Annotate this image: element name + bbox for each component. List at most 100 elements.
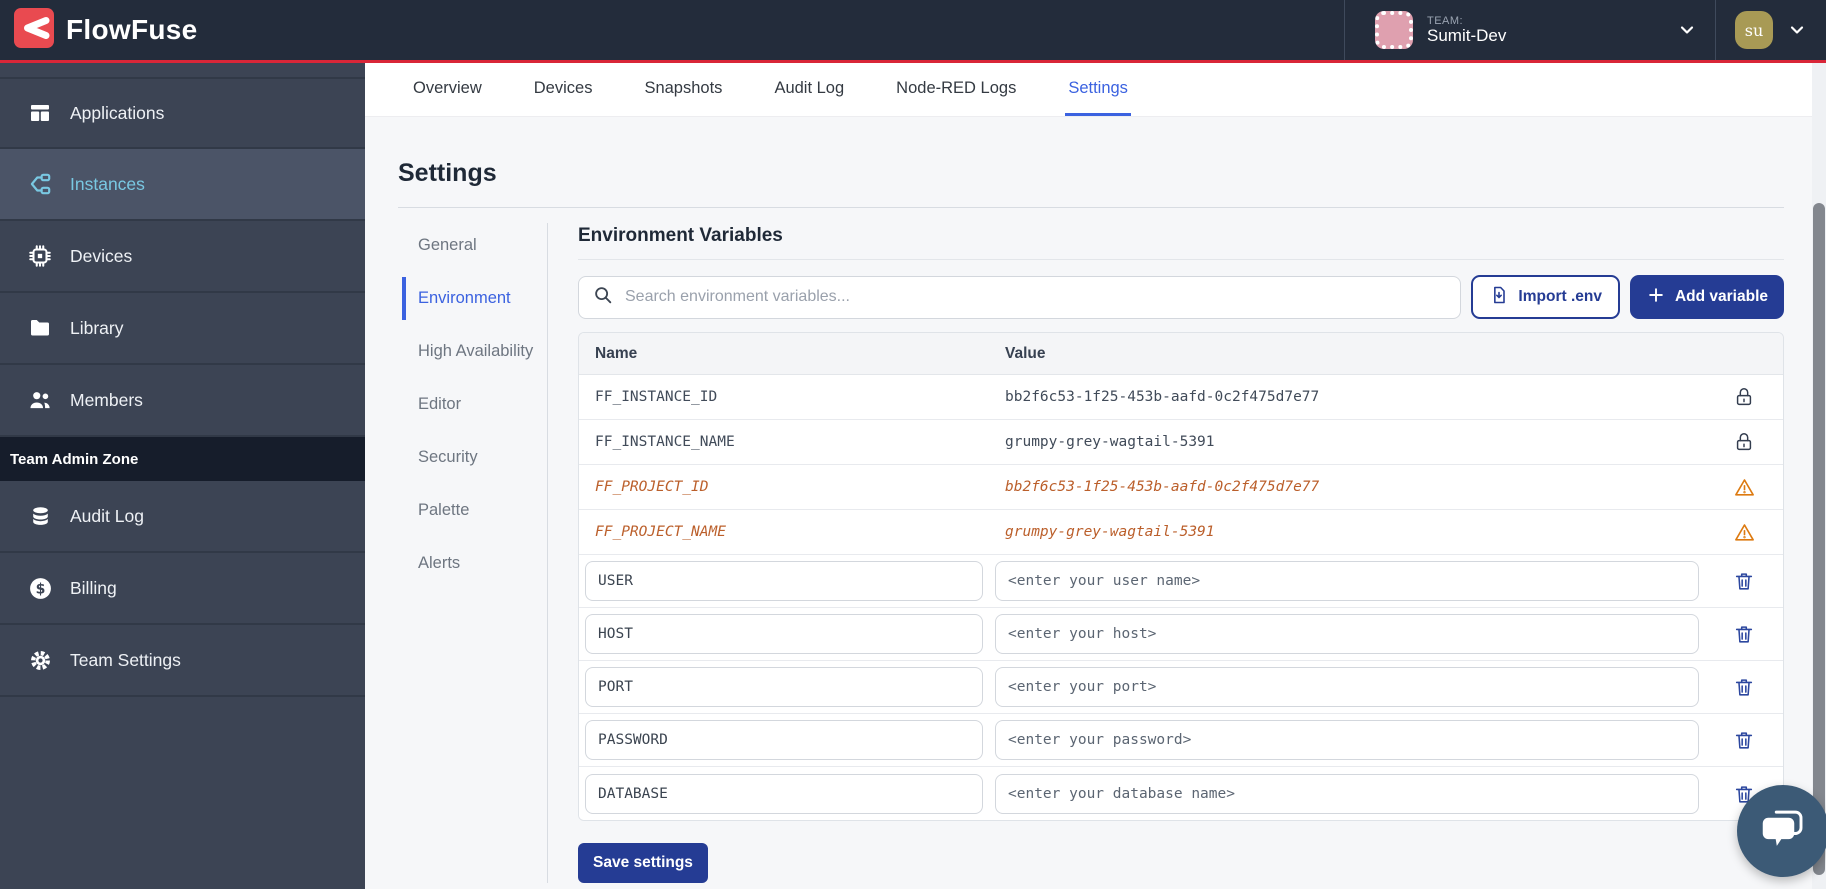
tab-node-red-logs[interactable]: Node-RED Logs <box>893 63 1019 116</box>
sidebar-item-members[interactable]: Members <box>0 365 365 437</box>
sidebar: Applications Instances Devices Library M… <box>0 63 365 889</box>
import-env-button[interactable]: Import .env <box>1471 275 1620 319</box>
table-row <box>579 555 1783 608</box>
brand: FlowFuse <box>0 8 198 53</box>
delete-variable-button[interactable] <box>1731 568 1757 594</box>
trash-icon <box>1733 729 1755 751</box>
tab-snapshots[interactable]: Snapshots <box>641 63 725 116</box>
billing-dollar-icon: $ <box>26 574 54 602</box>
column-header-name: Name <box>579 345 989 363</box>
env-value-input[interactable] <box>995 561 1699 601</box>
add-variable-button[interactable]: Add variable <box>1630 275 1784 319</box>
env-value-input[interactable] <box>995 720 1699 760</box>
tab-settings[interactable]: Settings <box>1065 63 1131 116</box>
delete-variable-button[interactable] <box>1731 674 1757 700</box>
sidebar-item-devices[interactable]: Devices <box>0 221 365 293</box>
table-row <box>579 714 1783 767</box>
env-name-input[interactable] <box>585 614 983 654</box>
sidebar-item-audit-log[interactable]: Audit Log <box>0 481 365 553</box>
sidebar-item-label: Applications <box>70 103 164 124</box>
trash-icon <box>1733 623 1755 645</box>
search-box <box>578 276 1461 319</box>
main-area: Overview Devices Snapshots Audit Log Nod… <box>365 63 1826 889</box>
sidebar-section-team-admin-zone: Team Admin Zone <box>0 437 365 481</box>
delete-variable-button[interactable] <box>1731 621 1757 647</box>
instance-tabs: Overview Devices Snapshots Audit Log Nod… <box>365 63 1826 117</box>
scrollbar-thumb[interactable] <box>1813 203 1825 875</box>
env-value: bb2f6c53-1f25-453b-aafd-0c2f475d7e77 <box>989 389 1705 405</box>
import-document-icon <box>1489 285 1509 310</box>
env-name-input[interactable] <box>585 774 983 814</box>
environment-panel: Environment Variables <box>548 223 1784 883</box>
trash-icon <box>1733 570 1755 592</box>
audit-log-database-icon <box>26 502 54 530</box>
env-value: bb2f6c53-1f25-453b-aafd-0c2f475d7e77 <box>989 479 1705 495</box>
env-value-input[interactable] <box>995 774 1699 814</box>
env-name-input[interactable] <box>585 667 983 707</box>
plus-icon <box>1646 285 1666 310</box>
sidebar-item-label: Devices <box>70 246 132 267</box>
table-row: FF_PROJECT_NAME grumpy-grey-wagtail-5391 <box>579 510 1783 555</box>
sidebar-item-applications[interactable]: Applications <box>0 77 365 149</box>
applications-icon <box>26 99 54 127</box>
env-variables-table: Name Value FF_INSTANCE_ID bb2f6c53-1f25-… <box>578 332 1784 821</box>
user-menu[interactable]: su <box>1716 0 1826 60</box>
sidebar-item-label: Library <box>70 318 124 339</box>
sidebar-item-label: Team Settings <box>70 650 181 671</box>
table-row <box>579 608 1783 661</box>
chevron-down-icon <box>1677 20 1697 40</box>
instances-icon <box>26 170 54 198</box>
chevron-down-icon <box>1787 20 1807 40</box>
subnav-item-general[interactable]: General <box>398 235 547 256</box>
top-bar: FlowFuse TEAM: Sumit-Dev su <box>0 0 1826 63</box>
sidebar-item-billing[interactable]: $ Billing <box>0 553 365 625</box>
settings-subnav: General Environment High Availability Ed… <box>398 223 548 883</box>
title-divider <box>398 207 1784 208</box>
lock-icon <box>1705 386 1783 408</box>
env-value-input[interactable] <box>995 667 1699 707</box>
subnav-item-security[interactable]: Security <box>398 447 547 468</box>
sidebar-item-library[interactable]: Library <box>0 293 365 365</box>
env-value: grumpy-grey-wagtail-5391 <box>989 524 1705 540</box>
lock-icon <box>1705 431 1783 453</box>
table-header: Name Value <box>579 333 1783 375</box>
sidebar-item-label: Audit Log <box>70 506 144 527</box>
subnav-item-editor[interactable]: Editor <box>398 394 547 415</box>
trash-icon <box>1733 676 1755 698</box>
library-folder-icon <box>26 314 54 342</box>
team-label: TEAM: <box>1427 15 1663 27</box>
search-input[interactable] <box>625 288 1447 306</box>
settings-content: Settings General Environment High Availa… <box>365 117 1826 888</box>
env-name: FF_PROJECT_NAME <box>579 524 989 540</box>
chat-bubble-icon <box>1756 802 1810 861</box>
env-name: FF_INSTANCE_NAME <box>579 434 989 450</box>
devices-icon <box>26 242 54 270</box>
page-title: Settings <box>398 159 1784 188</box>
save-settings-button[interactable]: Save settings <box>578 843 708 883</box>
tab-devices[interactable]: Devices <box>531 63 596 116</box>
team-switcher[interactable]: TEAM: Sumit-Dev <box>1345 0 1715 60</box>
table-row <box>579 661 1783 714</box>
tab-audit-log[interactable]: Audit Log <box>771 63 847 116</box>
scrollbar-track <box>1812 63 1826 889</box>
svg-text:$: $ <box>35 581 45 597</box>
subnav-item-environment[interactable]: Environment <box>398 288 547 309</box>
chat-widget-button[interactable] <box>1737 785 1826 877</box>
user-avatar: su <box>1735 11 1773 49</box>
table-row <box>579 767 1783 820</box>
warning-icon <box>1705 521 1783 544</box>
tab-overview[interactable]: Overview <box>410 63 485 116</box>
warning-icon <box>1705 476 1783 499</box>
sidebar-item-team-settings[interactable]: Team Settings <box>0 625 365 697</box>
subnav-item-high-availability[interactable]: High Availability <box>398 341 547 362</box>
sidebar-item-instances[interactable]: Instances <box>0 149 365 221</box>
env-name-input[interactable] <box>585 561 983 601</box>
env-value-input[interactable] <box>995 614 1699 654</box>
sidebar-item-label: Instances <box>70 174 145 195</box>
table-row: FF_INSTANCE_ID bb2f6c53-1f25-453b-aafd-0… <box>579 375 1783 420</box>
column-header-value: Value <box>989 345 1705 363</box>
subnav-item-alerts[interactable]: Alerts <box>398 553 547 574</box>
env-name-input[interactable] <box>585 720 983 760</box>
delete-variable-button[interactable] <box>1731 727 1757 753</box>
subnav-item-palette[interactable]: Palette <box>398 500 547 521</box>
